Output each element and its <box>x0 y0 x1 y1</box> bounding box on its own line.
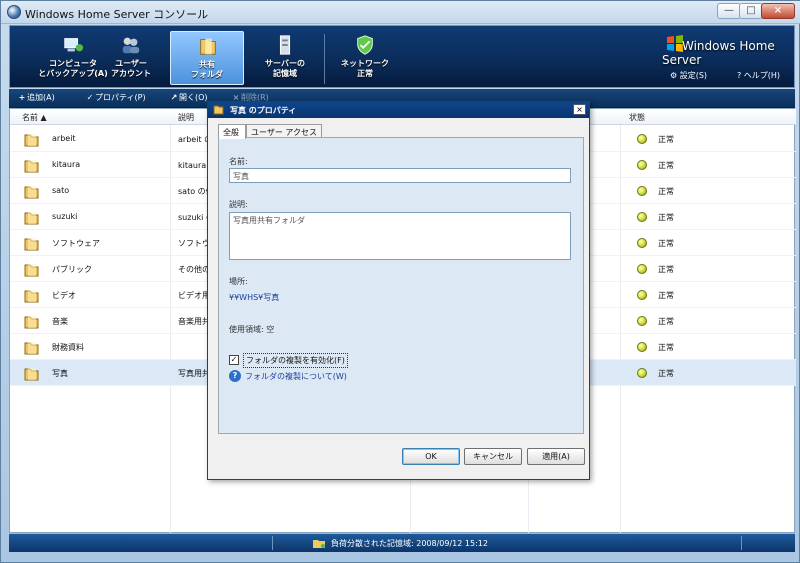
dialog-title: 写真 のプロパティ <box>230 106 297 115</box>
status-ok-icon <box>637 160 647 170</box>
check-icon: ✓ <box>86 93 94 102</box>
status-column-header[interactable]: 状態 <box>629 112 645 123</box>
name-column-header[interactable]: 名前 ▲ <box>22 112 47 123</box>
folder-status: 正常 <box>658 291 674 300</box>
status-ok-icon <box>637 134 647 144</box>
brand-title: Windows Home Server <box>662 39 775 67</box>
folder-icon <box>24 212 39 225</box>
folder-name: 音楽 <box>52 317 68 326</box>
folder-status: 正常 <box>658 265 674 274</box>
folder-name: ソフトウェア <box>52 239 100 248</box>
location-link[interactable]: ¥¥WHS¥写真 <box>229 292 279 303</box>
folder-icon <box>24 160 39 173</box>
status-ok-icon <box>637 186 647 196</box>
cancel-button[interactable]: キャンセル <box>464 448 522 465</box>
title-bar: Windows Home Server コンソール — □ × <box>1 1 800 24</box>
add-button[interactable]: + 追加(A) <box>17 92 55 103</box>
status-ok-icon <box>637 368 647 378</box>
status-ok-icon <box>637 316 647 326</box>
status-separator <box>272 536 273 550</box>
folder-name: ビデオ <box>52 291 76 300</box>
settings-link[interactable]: ⚙ 設定(S) <box>670 70 707 81</box>
help-icon: ? <box>229 370 241 382</box>
general-tab-panel: 名前: 写真 説明: 写真用共有フォルダ 場所: ¥¥WHS¥写真 使用領域: … <box>218 137 584 434</box>
folder-properties-dialog: 写真 のプロパティ × 全般 ユーザー アクセス 名前: 写真 説明: 写真用共… <box>207 101 590 480</box>
folder-status: 正常 <box>658 213 674 222</box>
description-column-header[interactable]: 説明 <box>178 112 194 123</box>
folder-status: 正常 <box>658 343 674 352</box>
help-icon: ? <box>737 71 742 80</box>
shared-folder-icon <box>200 38 216 55</box>
location-label: 場所: <box>229 277 248 286</box>
properties-button[interactable]: ✓ プロパティ(P) <box>85 92 146 103</box>
folder-icon <box>24 368 39 381</box>
folder-status: 正常 <box>658 187 674 196</box>
enable-duplication-checkbox[interactable]: ✓ <box>229 355 239 365</box>
nav-divider <box>324 34 325 84</box>
folder-status: 正常 <box>658 317 674 326</box>
folder-name: sato <box>52 186 70 195</box>
dialog-title-bar: 写真 のプロパティ × <box>208 102 589 118</box>
name-label: 名前: <box>229 157 248 166</box>
dialog-close-button[interactable]: × <box>573 104 586 115</box>
folder-status: 正常 <box>658 135 674 144</box>
folder-name-field[interactable]: 写真 <box>229 168 571 183</box>
folder-icon <box>213 105 224 115</box>
description-label: 説明: <box>229 200 248 209</box>
maximize-button[interactable]: □ <box>739 3 763 19</box>
plus-icon: + <box>18 93 26 102</box>
computer-backup-icon <box>64 38 84 52</box>
open-button[interactable]: ↗ 開く(O) <box>169 92 208 103</box>
folder-icon <box>24 134 39 147</box>
nav-shared-folders[interactable]: 共有 フォルダ <box>170 31 244 85</box>
folder-name: 写真 <box>52 369 68 378</box>
status-ok-icon <box>637 290 647 300</box>
nav-server-storage[interactable]: サーバーの 記憶域 <box>248 31 322 85</box>
window-title: Windows Home Server コンソール <box>25 8 209 21</box>
storage-status-icon <box>313 540 325 548</box>
main-navigation: コンピュータ とバックアップ(A) ユーザー アカウント 共有 フォルダ サーバーの記… <box>9 25 795 88</box>
minimize-button[interactable]: — <box>717 3 741 19</box>
folder-icon <box>24 342 39 355</box>
folder-name: arbeit <box>52 134 76 143</box>
status-ok-icon <box>637 212 647 222</box>
enable-duplication-label[interactable]: フォルダの複製を有効化(F) <box>243 353 348 368</box>
folder-icon <box>24 186 39 199</box>
gear-icon: ⚙ <box>670 71 678 80</box>
help-link[interactable]: ? ヘルプ(H) <box>737 70 780 81</box>
storage-status-text: 負荷分散された記憶域: 2008/09/12 15:12 <box>331 539 488 548</box>
status-ok-icon <box>637 264 647 274</box>
status-bar: 負荷分散された記憶域: 2008/09/12 15:12 <box>9 533 795 552</box>
status-ok-icon <box>637 342 647 352</box>
tab-general[interactable]: 全般 <box>218 124 246 139</box>
status-ok-icon <box>637 238 647 248</box>
folder-name: パブリック <box>52 265 92 274</box>
tab-user-access[interactable]: ユーザー アクセス <box>246 124 322 138</box>
folder-icon <box>24 316 39 329</box>
folder-status: 正常 <box>658 161 674 170</box>
folder-icon <box>24 290 39 303</box>
sort-ascending-icon: ▲ <box>40 113 47 122</box>
ok-button[interactable]: OK <box>402 448 460 465</box>
folder-name: 財務資料 <box>52 343 84 352</box>
folder-icon <box>24 238 39 251</box>
whs-app-icon <box>7 5 21 19</box>
folder-status: 正常 <box>658 369 674 378</box>
folder-status: 正常 <box>658 239 674 248</box>
status-separator <box>741 536 742 550</box>
user-accounts-icon <box>122 37 140 54</box>
usage-label: 使用領域: 空 <box>229 325 275 334</box>
about-duplication-link[interactable]: フォルダの複製について(W) <box>245 371 347 382</box>
open-icon: ↗ <box>170 93 178 102</box>
apply-button[interactable]: 適用(A) <box>527 448 585 465</box>
folder-icon <box>24 264 39 277</box>
folder-name: suzuki <box>52 212 78 221</box>
folder-name: kitaura <box>52 160 81 169</box>
network-status[interactable]: ネットワーク 正常 <box>328 31 402 85</box>
description-field[interactable]: 写真用共有フォルダ <box>229 212 571 260</box>
nav-user-accounts[interactable]: ユーザー アカウント <box>94 31 168 85</box>
network-shield-icon <box>357 35 373 55</box>
close-button[interactable]: × <box>761 3 795 19</box>
server-storage-icon <box>279 35 291 55</box>
